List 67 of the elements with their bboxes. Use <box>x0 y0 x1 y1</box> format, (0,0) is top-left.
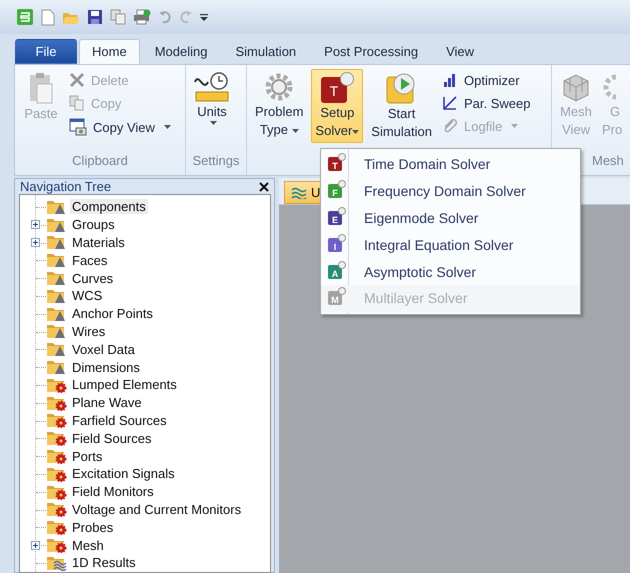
tree-item[interactable]: Wires <box>70 324 108 339</box>
wave-clock-ruler-icon <box>194 72 230 102</box>
tree-item[interactable]: Voxel Data <box>70 342 137 357</box>
optimizer-button[interactable]: Optimizer <box>440 70 532 90</box>
tree-item[interactable]: Materials <box>70 234 127 250</box>
wave-icon <box>291 186 307 198</box>
tree-item[interactable]: Dimensions <box>70 360 142 375</box>
tree-item[interactable]: Field Monitors <box>70 484 156 500</box>
tree-item[interactable]: Curves <box>70 270 116 286</box>
copy-icon <box>69 95 85 111</box>
tree-item[interactable]: Probes <box>70 520 116 535</box>
menu-item[interactable]: A Asymptotic Solver <box>321 258 580 285</box>
expand-icon[interactable] <box>31 220 40 230</box>
tree-item[interactable]: Groups <box>70 217 117 232</box>
ribbon-tab[interactable]: Post Processing <box>311 39 432 64</box>
ribbon-tab[interactable]: Modeling <box>142 39 220 64</box>
ribbon-tab[interactable]: View <box>433 39 488 64</box>
tree-item[interactable]: Mesh <box>70 538 106 553</box>
cross-icon <box>69 72 85 88</box>
group-label: Settings <box>192 153 240 170</box>
parameter-sweep-button[interactable]: Par. Sweep <box>440 93 532 113</box>
tree-item[interactable]: Excitation Signals <box>70 466 177 482</box>
printer-icon[interactable] <box>133 9 151 25</box>
tree-item[interactable]: Plane Wave <box>70 395 144 410</box>
caret-icon <box>164 125 171 129</box>
tree-item[interactable]: Components <box>70 199 148 214</box>
units-button[interactable]: Units <box>190 69 234 129</box>
group-label: Clipboard <box>71 153 129 170</box>
close-icon[interactable] <box>259 182 269 192</box>
new-document-icon[interactable] <box>41 8 55 26</box>
setup-solver-button[interactable]: T Setup Solver <box>311 69 364 143</box>
tree-item[interactable]: WCS <box>70 288 104 304</box>
caret-icon <box>352 130 360 134</box>
panel-title: Navigation Tree <box>20 179 112 194</box>
expand-icon[interactable] <box>31 238 40 247</box>
bar-chart-icon <box>442 72 458 88</box>
tree-item[interactable]: 1D Results <box>70 555 138 570</box>
tree-item[interactable]: Anchor Points <box>70 306 155 322</box>
paperclip-icon <box>442 118 458 134</box>
expand-icon[interactable] <box>31 540 40 550</box>
customize-caret-icon[interactable] <box>200 13 208 21</box>
menu-item[interactable]: T Time Domain Solver <box>321 151 580 178</box>
cube-icon <box>561 72 591 102</box>
tree-item[interactable]: Voltage and Current Monitors <box>70 502 244 517</box>
clipboard-icon <box>28 72 54 104</box>
copy-icon[interactable] <box>110 9 126 25</box>
menu-item[interactable]: I Integral Equation Solver <box>321 231 580 258</box>
group-label: Mesh <box>591 153 625 170</box>
sweep-icon <box>442 95 458 111</box>
caret-icon <box>292 129 299 133</box>
tree-item[interactable]: Lumped Elements <box>70 377 179 392</box>
start-simulation-button[interactable]: Start Simulation <box>367 69 436 144</box>
ribbon-tab[interactable]: Simulation <box>222 39 310 64</box>
tree-item[interactable]: Farfield Sources <box>70 412 169 428</box>
app-logo-icon[interactable] <box>16 8 34 26</box>
ribbon-tab[interactable]: File <box>15 39 77 64</box>
ribbon-tab[interactable]: Home <box>79 39 140 64</box>
menu-item[interactable]: E Eigenmode Solver <box>321 204 580 232</box>
tree-item[interactable]: Field Sources <box>70 430 154 446</box>
window-camera-icon <box>69 118 87 136</box>
problem-type-button[interactable]: Problem Type <box>251 69 308 142</box>
tree-item[interactable]: Ports <box>70 448 104 464</box>
save-icon[interactable] <box>87 9 103 25</box>
caret-icon <box>210 121 217 125</box>
copy-view-button[interactable]: Copy View <box>67 116 173 138</box>
caret-icon <box>511 124 518 128</box>
tree-item[interactable]: Faces <box>70 252 110 268</box>
